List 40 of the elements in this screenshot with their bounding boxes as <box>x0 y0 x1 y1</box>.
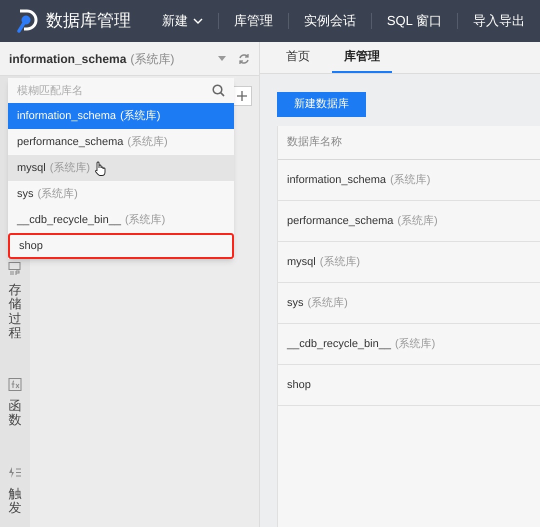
create-database-button[interactable]: 新建数据库 <box>277 92 366 117</box>
nav-item[interactable]: 新建 <box>146 11 218 31</box>
add-button[interactable] <box>232 86 252 106</box>
table-cell: mysql (系统库) <box>278 242 540 283</box>
table-cell: shop <box>278 364 540 406</box>
column-header: 数据库名称 <box>287 134 342 150</box>
dropdown-item[interactable]: information_schema (系统库) <box>8 103 234 129</box>
database-tag: (系统库) <box>130 50 174 68</box>
nav-item[interactable]: 库管理 <box>218 11 288 31</box>
dropdown-item[interactable]: sys (系统库) <box>8 181 234 207</box>
dropdown-item[interactable]: performance_schema (系统库) <box>8 129 234 155</box>
hand-cursor-icon <box>94 160 106 176</box>
search-field[interactable]: 模糊匹配库名 <box>17 80 212 102</box>
tab[interactable]: 库管理 <box>332 47 392 73</box>
nav-item[interactable]: 实例会话 <box>288 11 371 31</box>
chevron-down-icon <box>192 18 203 24</box>
database-selector[interactable]: information_schema (系统库) <box>0 42 259 76</box>
refresh-icon[interactable] <box>238 52 250 64</box>
dropdown-item[interactable]: mysql (系统库) <box>8 155 234 181</box>
function-icon[interactable] <box>8 378 22 392</box>
tab[interactable]: 首页 <box>274 47 322 73</box>
search-icon <box>212 84 225 97</box>
table-cell: sys (系统库) <box>278 282 540 324</box>
side-tool-label[interactable]: 触发 <box>8 486 22 516</box>
plus-icon <box>237 91 247 101</box>
table-cell: __cdb_recycle_bin__ (系统库) <box>278 324 540 365</box>
logo-icon <box>16 9 38 33</box>
table-cell: performance_schema (系统库) <box>278 200 540 242</box>
side-tool-label[interactable]: 存储过程 <box>8 283 22 340</box>
table-cell: information_schema (系统库) <box>278 160 540 201</box>
dropdown-item[interactable]: __cdb_recycle_bin__ (系统库) <box>8 207 234 233</box>
side-tool-label[interactable]: 函数 <box>8 399 22 428</box>
database-name: information_schema <box>9 50 126 68</box>
dropdown-item[interactable]: shop <box>8 233 234 259</box>
nav-item[interactable]: 导入导出 <box>458 11 540 31</box>
lightning-list-icon[interactable] <box>8 466 22 479</box>
nav-item[interactable]: SQL 窗口 <box>372 11 457 31</box>
app-title: 数据库管理 <box>46 10 131 32</box>
stored-procedure-icon[interactable] <box>8 262 22 275</box>
caret-icon <box>218 56 226 61</box>
